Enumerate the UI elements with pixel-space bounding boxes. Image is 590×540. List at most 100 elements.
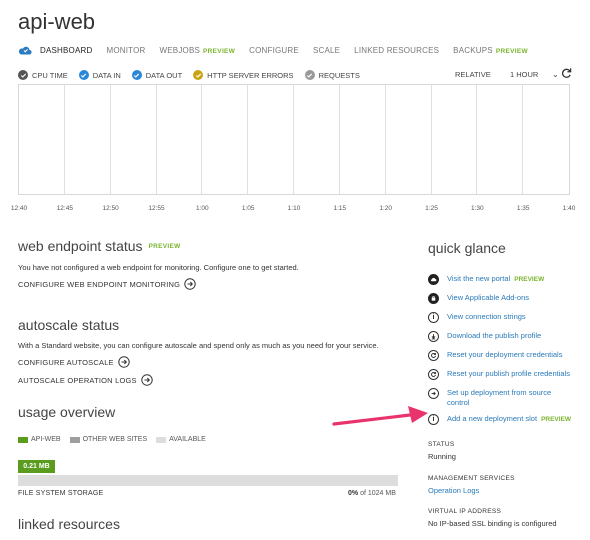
bag-icon	[428, 293, 439, 304]
web-endpoint-heading: web endpoint status PREVIEW	[18, 238, 181, 254]
refresh-icon[interactable]	[561, 67, 572, 79]
tab-backups[interactable]: BACKUPS PREVIEW	[453, 46, 528, 55]
view-add-ons-link[interactable]: View Applicable Add-ons	[428, 293, 529, 304]
legend-swatch	[18, 436, 28, 443]
view-connection-strings-link[interactable]: i View connection strings	[428, 312, 526, 323]
x-tick-label: 1:25	[425, 205, 438, 212]
preview-badge: PREVIEW	[203, 47, 236, 55]
autoscale-heading: autoscale status	[18, 317, 120, 333]
check-circle-icon	[193, 70, 204, 80]
annotation-arrow	[332, 406, 428, 426]
chart-gridline	[430, 85, 432, 194]
chart-mode-select[interactable]: RELATIVE	[455, 70, 491, 79]
tab-configure[interactable]: CONFIGURE	[249, 46, 299, 55]
arrow-right-circle-icon	[118, 356, 130, 368]
chart-gridline	[201, 85, 203, 194]
tab-dashboard[interactable]: DASHBOARD	[40, 46, 92, 55]
status-value: Running	[428, 452, 456, 461]
reset-deployment-credentials-link[interactable]: Reset your deployment credentials	[428, 350, 562, 361]
web-endpoint-description: You have not configured a web endpoint f…	[18, 263, 299, 272]
x-tick-label: 1:40	[562, 205, 576, 212]
setup-deployment-source-control-link[interactable]: Set up deployment from source control	[428, 388, 578, 408]
cloud-icon	[18, 46, 32, 55]
configure-autoscale-button[interactable]: CONFIGURE AUTOSCALE	[18, 356, 130, 368]
storage-value: 0% of 1024 MB	[348, 490, 396, 497]
virtual-ip-label: VIRTUAL IP ADDRESS	[428, 508, 502, 515]
visit-new-portal-link[interactable]: Visit the new portal PREVIEW	[428, 274, 544, 285]
chart-gridline	[247, 85, 249, 194]
legend-swatch	[69, 436, 80, 443]
usage-value-badge: 0.21 MB	[18, 460, 55, 473]
chevron-down-icon[interactable]: ⌄	[552, 70, 559, 79]
metric-toggle-http-server-errors[interactable]: HTTP SERVER ERRORS	[193, 70, 294, 80]
chart-gridline	[109, 85, 111, 194]
x-tick-label: 1:35	[516, 205, 530, 212]
chart-gridline	[338, 85, 340, 194]
configure-web-endpoint-button[interactable]: CONFIGURE WEB ENDPOINT MONITORING	[18, 278, 196, 290]
preview-badge: PREVIEW	[495, 47, 528, 55]
arrow-right-icon	[428, 388, 439, 399]
legend-swatch	[156, 436, 167, 443]
preview-badge: PREVIEW	[541, 416, 572, 423]
chart-gridline	[476, 85, 478, 194]
x-tick-label: 1:10	[287, 205, 301, 212]
x-tick-label: 1:30	[471, 205, 484, 212]
reset-icon	[428, 350, 439, 361]
download-publish-profile-link[interactable]: Download the publish profile	[428, 331, 541, 342]
chart-gridline	[293, 85, 294, 194]
x-tick-label: 12:45	[56, 205, 73, 212]
check-circle-icon	[78, 70, 89, 80]
reset-publish-profile-credentials-link[interactable]: Reset your publish profile credentials	[428, 369, 570, 380]
arrow-right-circle-icon	[141, 374, 153, 386]
tab-webjobs[interactable]: WEBJOBS PREVIEW	[160, 46, 236, 55]
usage-overview-heading: usage overview	[18, 404, 116, 420]
metric-legend: CPU TIME DATA IN DATA OUT HTTP SERVER ER…	[18, 70, 371, 80]
linked-resources-heading: linked resources	[18, 516, 120, 532]
chart-gridline	[63, 85, 65, 194]
x-tick-label: 1:20	[379, 205, 392, 212]
tab-bar: DASHBOARD MONITOR WEBJOBS PREVIEW CONFIGU…	[18, 42, 542, 58]
x-tick-label: 1:00	[196, 205, 209, 212]
preview-badge: PREVIEW	[148, 243, 181, 250]
legend-label: OTHER WEB SITES	[82, 436, 148, 443]
metric-toggle-cpu-time[interactable]: CPU TIME	[18, 70, 68, 80]
reset-icon	[428, 369, 439, 380]
metric-toggle-data-out[interactable]: DATA OUT	[131, 70, 182, 80]
check-circle-icon	[18, 70, 28, 80]
legend-label: API-WEB	[31, 436, 61, 443]
arrow-right-circle-icon	[184, 278, 196, 290]
autoscale-operation-logs-button[interactable]: AUTOSCALE OPERATION LOGS	[18, 374, 153, 386]
tab-linked-resources[interactable]: LINKED RESOURCES	[354, 46, 439, 55]
check-circle-icon	[304, 70, 315, 80]
quick-glance-heading: quick glance	[428, 240, 506, 256]
metric-toggle-data-in[interactable]: DATA IN	[78, 70, 121, 80]
check-circle-icon	[131, 70, 142, 80]
info-icon: i	[428, 312, 439, 323]
chart-range-select[interactable]: 1 HOUR	[510, 70, 538, 79]
autoscale-description: With a Standard website, you can configu…	[18, 341, 379, 350]
x-tick-label: 1:15	[333, 205, 347, 212]
download-icon	[428, 331, 439, 342]
chart-gridline	[384, 85, 386, 194]
preview-badge: PREVIEW	[514, 276, 545, 283]
usage-legend: API-WEB OTHER WEB SITES AVAILABLE	[18, 436, 215, 443]
virtual-ip-value: No IP-based SSL binding is configured	[428, 519, 557, 528]
status-label: STATUS	[428, 441, 455, 448]
cloud-icon	[428, 274, 439, 285]
x-tick-label: 12:50	[102, 205, 119, 212]
page-title: api-web	[18, 9, 96, 34]
add-deployment-slot-link[interactable]: i Add a new deployment slot PREVIEW	[428, 414, 571, 425]
chart-gridline	[155, 85, 157, 194]
operation-logs-link[interactable]: Operation Logs	[428, 486, 479, 495]
x-tick-label: 12:40	[10, 205, 28, 212]
legend-label: AVAILABLE	[169, 436, 206, 443]
tab-scale[interactable]: SCALE	[313, 46, 340, 55]
storage-usage-bar	[18, 475, 398, 486]
x-tick-label: 12:55	[148, 205, 165, 212]
storage-label: FILE SYSTEM STORAGE	[18, 490, 104, 497]
management-services-label: MANAGEMENT SERVICES	[428, 475, 515, 482]
tab-monitor[interactable]: MONITOR	[106, 46, 145, 55]
x-tick-label: 1:05	[241, 205, 255, 212]
chart-gridline	[522, 85, 524, 194]
metric-toggle-requests[interactable]: REQUESTS	[304, 70, 360, 80]
